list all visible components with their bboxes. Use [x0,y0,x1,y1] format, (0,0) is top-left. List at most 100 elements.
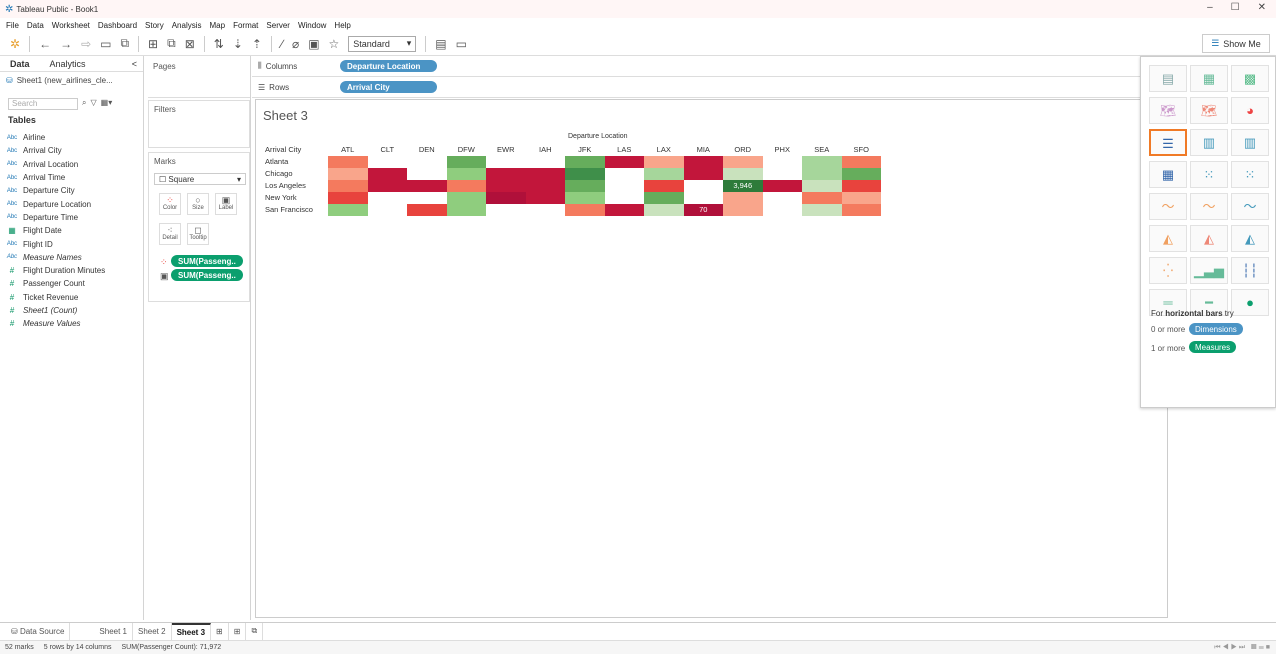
replay-icon[interactable]: ⇨ [81,37,91,51]
heatmap-cell[interactable] [407,192,447,204]
show-labels-icon[interactable]: ▤ [435,37,446,51]
heatmap-cell[interactable] [802,204,842,216]
stacked-bars-icon[interactable]: ▥ [1190,129,1228,156]
heatmap-cell[interactable] [446,156,486,168]
column-header[interactable]: ORD [723,145,763,154]
heatmap-cell[interactable] [604,192,644,204]
highlight-icon[interactable]: ∕ [281,37,283,51]
heatmap-cell[interactable] [486,192,526,204]
highlight-table-icon[interactable]: ▩ [1231,65,1269,92]
heatmap-cell[interactable] [525,180,565,192]
column-header[interactable]: ATL [328,145,368,154]
menu-window[interactable]: Window [298,21,326,30]
horizontal-bars-icon[interactable]: ☰ [1149,129,1187,156]
field-item[interactable]: Abc Flight ID [6,237,142,250]
heatmap-cell[interactable] [486,168,526,180]
column-header[interactable]: DEN [407,145,447,154]
row-header[interactable]: Atlanta [265,157,288,166]
menu-file[interactable]: File [6,21,19,30]
heatmap-cell[interactable] [762,156,802,168]
new-worksheet-icon[interactable]: ⊞ [148,37,158,51]
column-header[interactable]: PHX [763,145,803,154]
heatmap-cell[interactable] [367,168,407,180]
heatmap-cell[interactable] [604,168,644,180]
heatmap-cell[interactable] [328,192,368,204]
menu-analysis[interactable]: Analysis [172,21,202,30]
heatmap-cell[interactable] [367,192,407,204]
heatmap-cell[interactable] [525,204,565,216]
field-item[interactable]: Abc Arrival City [6,144,142,157]
field-item[interactable]: Abc Airline [6,131,142,144]
view-options-icon[interactable]: ▦▾ [101,98,113,108]
heatmap-cell[interactable] [841,180,881,192]
presentation-icon[interactable]: ▭ [456,37,467,51]
heatmap-cell[interactable] [604,180,644,192]
color-measure-pill[interactable]: SUM(Passeng.. [171,255,243,267]
sort-ascending-icon[interactable]: ⇣ [233,37,243,51]
heatmap-cell[interactable] [328,156,368,168]
label-button[interactable]: ▣ Label [215,193,237,215]
sheet-tab[interactable]: Sheet 2 [133,622,172,640]
treemap-icon[interactable]: ▦ [1149,161,1187,188]
heatmap-cell[interactable] [565,192,605,204]
heatmap-cell[interactable] [683,180,723,192]
filter-icon[interactable]: ▽ [90,98,96,108]
heatmap-cell[interactable] [802,156,842,168]
field-item[interactable]: # Sheet1 (Count) [6,304,142,317]
field-item[interactable]: # Ticket Revenue [6,291,142,304]
heatmap-cell[interactable] [486,156,526,168]
filters-card[interactable]: Filters [148,100,250,148]
pin-icon[interactable]: ☆ [329,37,340,51]
heatmap-cell[interactable] [723,204,763,216]
heatmap-cell[interactable] [644,204,684,216]
heatmap-cell[interactable] [328,204,368,216]
tab-data[interactable]: Data [0,59,40,69]
heatmap-cell[interactable] [683,156,723,168]
arrival-city-pill[interactable]: Arrival City [340,81,437,93]
departure-location-pill[interactable]: Departure Location [340,60,437,72]
minimize-button[interactable]: – [1207,2,1213,13]
row-header[interactable]: New York [265,193,297,202]
viz-view[interactable]: Sheet 3 Departure Location Arrival City … [255,99,1168,618]
label-toggle-icon[interactable]: ▣ [308,37,319,51]
field-item[interactable]: Abc Departure Location [6,197,142,210]
heatmap-cell[interactable] [644,192,684,204]
field-item[interactable]: Abc Departure Time [6,211,142,224]
field-item[interactable]: ▦ Flight Date [6,224,142,237]
heatmap-cell[interactable] [762,192,802,204]
heatmap-cell[interactable] [565,204,605,216]
datasource-item[interactable]: ⛁ Sheet1 (new_airlines_cle... [0,72,143,88]
column-header[interactable]: SFO [842,145,882,154]
row-header[interactable]: San Francisco [265,205,313,214]
tab-analytics[interactable]: Analytics [40,59,96,69]
tooltip-button[interactable]: ◻ Tooltip [187,223,209,245]
row-header[interactable]: Chicago [265,169,293,178]
pie-chart-icon[interactable]: ◕ [1231,97,1269,124]
dual-lines-icon[interactable]: 〜 [1231,193,1269,220]
swap-icon[interactable]: ⇅ [214,37,224,51]
menu-data[interactable]: Data [27,21,44,30]
sort-descending-icon[interactable]: ⇡ [252,37,262,51]
heatmap-cell[interactable] [367,156,407,168]
heatmap-cell[interactable] [841,192,881,204]
column-header[interactable]: LAS [605,145,645,154]
heatmap-cell[interactable] [644,180,684,192]
column-header[interactable]: EWR [486,145,526,154]
pages-card[interactable]: Pages [148,58,250,98]
field-item[interactable]: # Measure Values [6,317,142,330]
heatmap-cell[interactable] [565,168,605,180]
field-item[interactable]: Abc Arrival Time [6,171,142,184]
color-button[interactable]: ⁘ Color [159,193,181,215]
text-table-icon[interactable]: ▤ [1149,65,1187,92]
column-header[interactable]: IAH [526,145,566,154]
heatmap-cell[interactable] [446,180,486,192]
heat-map-icon[interactable]: ▦ [1190,65,1228,92]
heatmap-cell[interactable] [407,180,447,192]
column-header[interactable]: CLT [368,145,408,154]
sheet-tab[interactable]: Sheet 1 [94,622,133,640]
sheet-tab-active[interactable]: Sheet 3 [171,622,212,640]
fit-select[interactable]: Standard ▾ [348,35,417,52]
heatmap-cell[interactable] [604,156,644,168]
redo-icon[interactable]: → [60,37,72,51]
heatmap-cell[interactable] [802,168,842,180]
